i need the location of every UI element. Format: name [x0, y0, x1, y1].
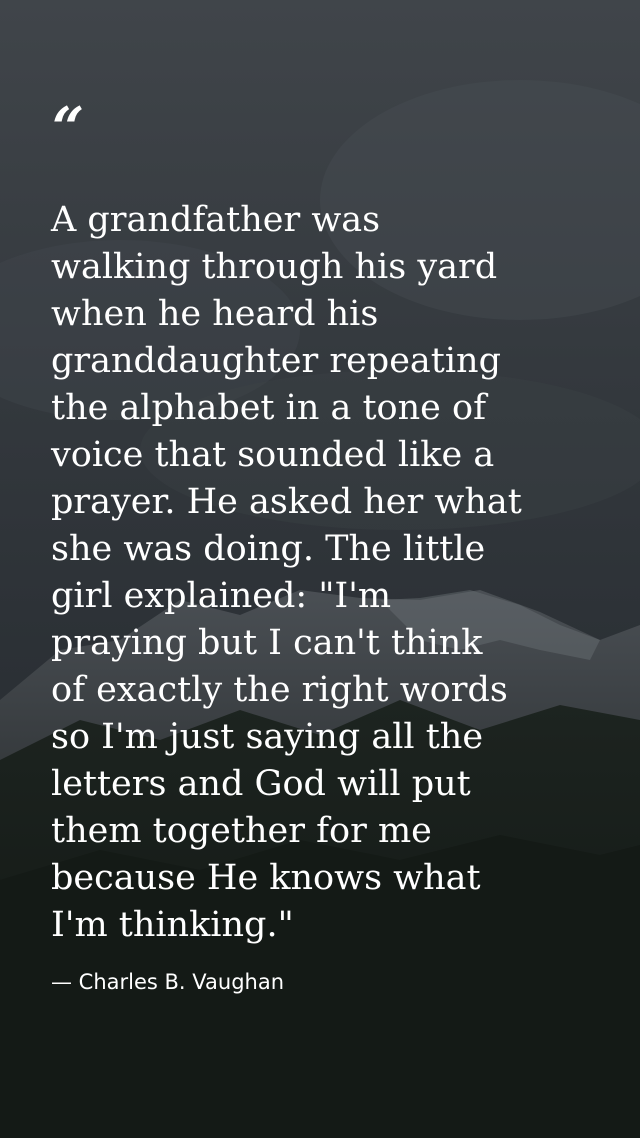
open-quote-icon: “ [52, 95, 85, 161]
quote-author: — Charles B. Vaughan [51, 970, 285, 994]
quote-card: “ A grandfather was walking through his … [0, 0, 640, 1138]
quote-text: A grandfather was walking through his ya… [51, 200, 522, 945]
